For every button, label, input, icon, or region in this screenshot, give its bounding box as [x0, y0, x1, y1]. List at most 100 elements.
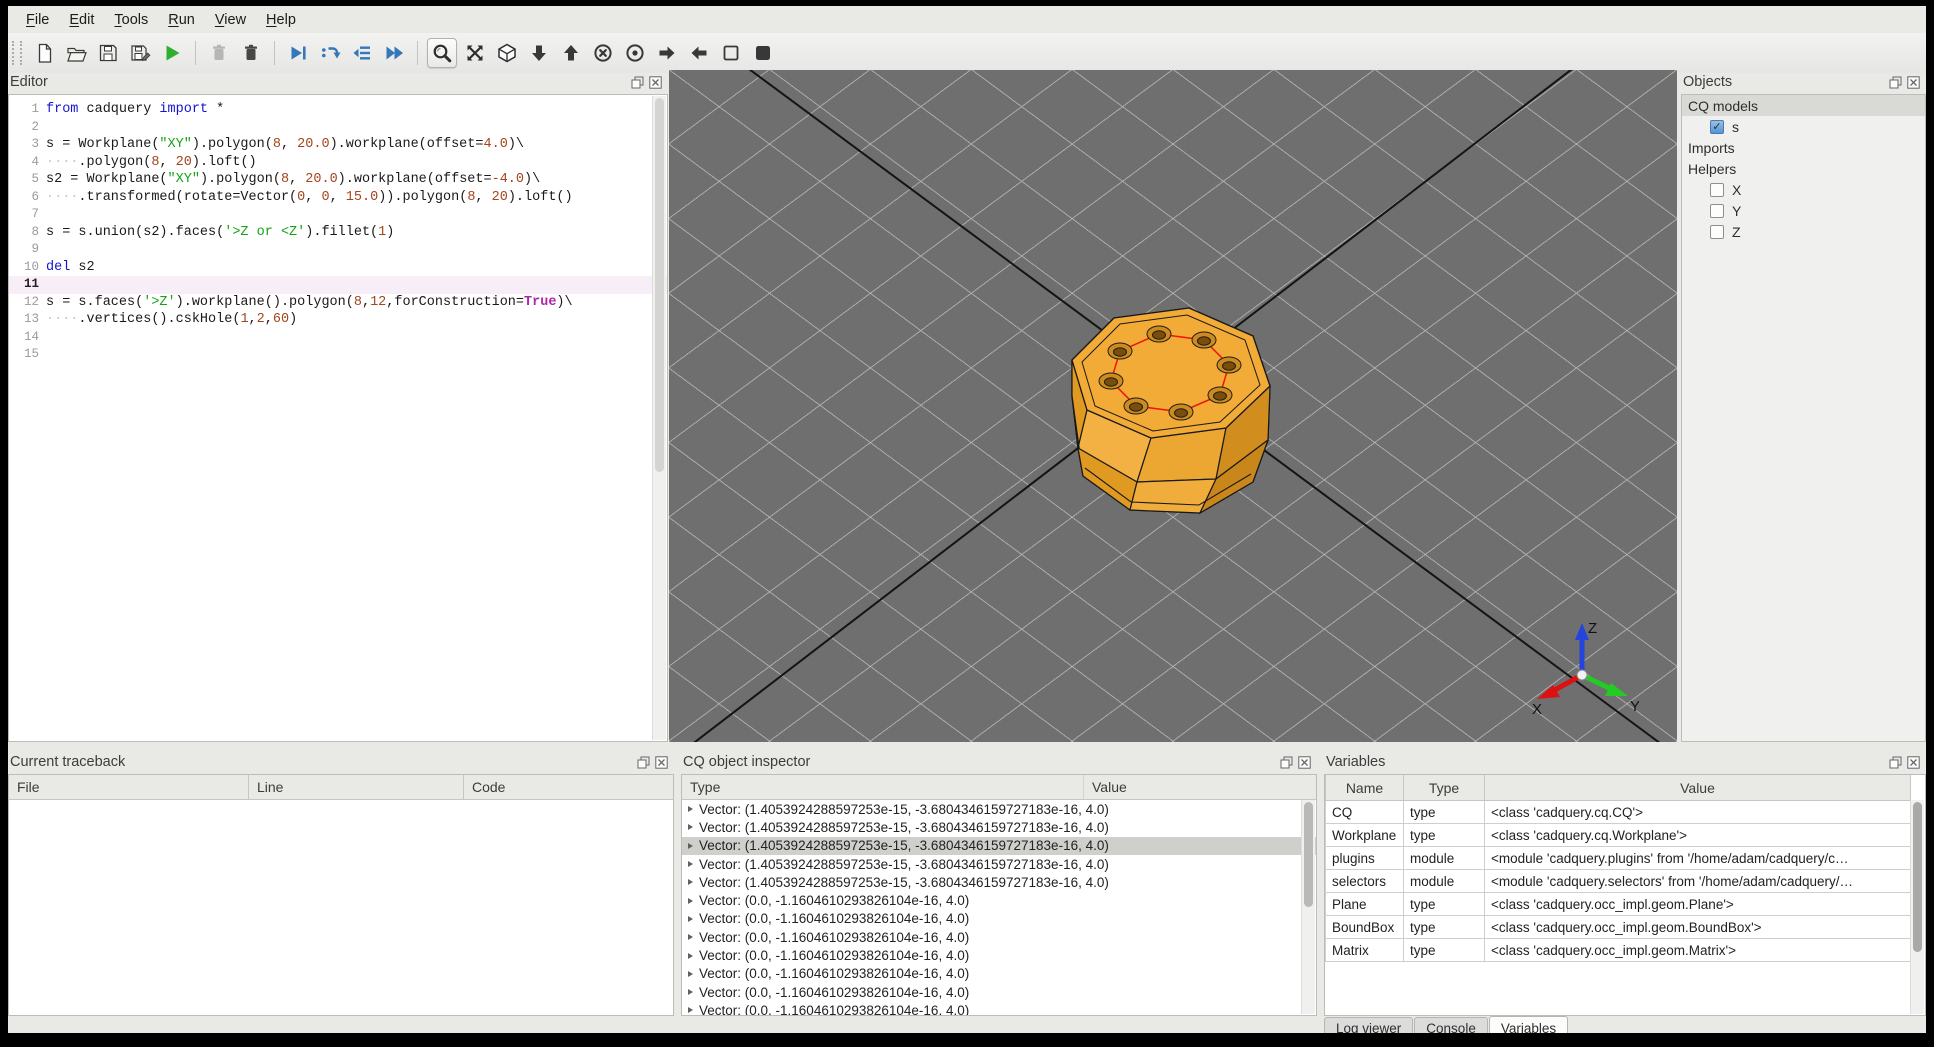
code-line[interactable]: 2: [9, 119, 667, 137]
unchecked-checkbox[interactable]: [1710, 203, 1724, 218]
traceback-column-code[interactable]: Code: [464, 775, 673, 799]
float-panel-icon[interactable]: [637, 756, 650, 769]
code-line[interactable]: 9: [9, 241, 667, 259]
inspector-column-value[interactable]: Value: [1084, 775, 1316, 799]
objects-group-imports[interactable]: Imports: [1682, 137, 1925, 158]
float-panel-icon[interactable]: [1280, 756, 1293, 769]
variables-column-name[interactable]: Name: [1325, 775, 1404, 801]
fit-view-icon[interactable]: [461, 39, 489, 67]
menu-item-file[interactable]: File: [16, 8, 59, 32]
expand-arrow-icon[interactable]: [688, 934, 693, 941]
code-line[interactable]: 7: [9, 206, 667, 224]
variables-scrollbar-thumb[interactable]: [1913, 802, 1922, 952]
code-line[interactable]: 4 ····.polygon(8, 20).loft(): [9, 154, 667, 172]
variable-row-boundbox[interactable]: BoundBox type <class 'cadquery.occ_impl.ge…: [1325, 915, 1911, 939]
close-panel-icon[interactable]: [655, 755, 668, 769]
variables-scrollbar[interactable]: [1910, 800, 1924, 1014]
editor-scrollbar-thumb[interactable]: [655, 98, 664, 472]
variables-column-type[interactable]: Type: [1403, 775, 1485, 801]
save-as-icon[interactable]: [126, 39, 154, 67]
view-left-icon[interactable]: [685, 39, 713, 67]
expand-arrow-icon[interactable]: [688, 842, 693, 849]
expand-arrow-icon[interactable]: [688, 806, 693, 813]
code-line[interactable]: 1 from cadquery import *: [9, 101, 667, 119]
run-icon[interactable]: [158, 39, 186, 67]
traceback-column-line[interactable]: Line: [249, 775, 464, 799]
debug-step-return-icon[interactable]: [348, 39, 376, 67]
view-bottom-icon[interactable]: [557, 39, 585, 67]
inspector-row[interactable]: Vector: (0.0, -1.1604610293826104e-16, 4…: [682, 891, 1316, 909]
code-line[interactable]: 10 del s2: [9, 259, 667, 277]
3d-viewport[interactable]: Z X Y: [669, 70, 1677, 742]
float-panel-icon[interactable]: [1889, 756, 1902, 769]
traceback-column-file[interactable]: File: [9, 775, 249, 799]
tab-variables[interactable]: Variables: [1488, 1016, 1569, 1033]
expand-arrow-icon[interactable]: [688, 989, 693, 996]
menu-item-help[interactable]: Help: [256, 8, 306, 32]
shaded-icon[interactable]: [749, 39, 777, 67]
new-file-icon[interactable]: [30, 39, 58, 67]
objects-item-y[interactable]: Y: [1682, 200, 1925, 221]
inspector-column-type[interactable]: Type: [682, 775, 1084, 799]
toolbar-grip-handle[interactable]: [12, 41, 22, 65]
inspector-row[interactable]: Vector: (0.0, -1.1604610293826104e-16, 4…: [682, 1001, 1316, 1015]
zoom-icon[interactable]: [427, 38, 457, 68]
editor-scrollbar[interactable]: [652, 96, 666, 740]
unchecked-checkbox[interactable]: [1710, 224, 1724, 239]
close-panel-icon[interactable]: [1907, 75, 1920, 89]
menu-item-edit[interactable]: Edit: [59, 8, 104, 32]
view-top-icon[interactable]: [525, 39, 553, 67]
view-front-icon[interactable]: [589, 39, 617, 67]
inspector-row[interactable]: Vector: (1.4053924288597253e-15, -3.6804…: [682, 818, 1316, 836]
variable-row-selectors[interactable]: selectors module <module 'cadquery.selecto…: [1325, 869, 1911, 893]
expand-arrow-icon[interactable]: [688, 861, 693, 868]
view-right-icon[interactable]: [653, 39, 681, 67]
delete-disabled-icon[interactable]: [205, 39, 233, 67]
code-line[interactable]: 5 s2 = Workplane("XY").polygon(8, 20.0).w…: [9, 171, 667, 189]
variables-column-value[interactable]: Value: [1484, 775, 1911, 801]
variable-row-workplane[interactable]: Workplane type <class 'cadquery.cq.Workpla…: [1325, 823, 1911, 847]
unchecked-checkbox[interactable]: [1710, 182, 1724, 197]
debug-step-in-icon[interactable]: [316, 39, 344, 67]
inspector-row[interactable]: Vector: (1.4053924288597253e-15, -3.6804…: [682, 800, 1316, 818]
inspector-row[interactable]: Vector: (0.0, -1.1604610293826104e-16, 4…: [682, 965, 1316, 983]
variable-row-plugins[interactable]: plugins module <module 'cadquery.plugins' …: [1325, 846, 1911, 870]
menu-item-view[interactable]: View: [205, 8, 256, 32]
objects-item-z[interactable]: Z: [1682, 221, 1925, 242]
objects-group-cq-models[interactable]: CQ models: [1682, 95, 1925, 116]
inspector-row[interactable]: Vector: (0.0, -1.1604610293826104e-16, 4…: [682, 928, 1316, 946]
float-panel-icon[interactable]: [631, 76, 644, 89]
debug-step-over-icon[interactable]: [284, 39, 312, 67]
view-back-icon[interactable]: [621, 39, 649, 67]
iso-view-icon[interactable]: [493, 39, 521, 67]
menu-item-tools[interactable]: Tools: [104, 8, 158, 32]
code-line[interactable]: 11: [9, 276, 667, 294]
expand-arrow-icon[interactable]: [688, 915, 693, 922]
debug-continue-icon[interactable]: [380, 39, 408, 67]
delete-icon[interactable]: [237, 39, 265, 67]
open-icon[interactable]: [62, 39, 90, 67]
expand-arrow-icon[interactable]: [688, 952, 693, 959]
inspector-row[interactable]: Vector: (1.4053924288597253e-15, -3.6804…: [682, 873, 1316, 891]
objects-item-x[interactable]: X: [1682, 179, 1925, 200]
menu-item-run[interactable]: Run: [158, 8, 205, 32]
save-icon[interactable]: [94, 39, 122, 67]
wireframe-icon[interactable]: [717, 39, 745, 67]
expand-arrow-icon[interactable]: [688, 970, 693, 977]
close-panel-icon[interactable]: [1907, 755, 1920, 769]
inspector-scrollbar-thumb[interactable]: [1304, 802, 1313, 907]
float-panel-icon[interactable]: [1889, 76, 1902, 89]
objects-group-helpers[interactable]: Helpers: [1682, 158, 1925, 179]
close-panel-icon[interactable]: [649, 75, 662, 89]
expand-arrow-icon[interactable]: [688, 897, 693, 904]
inspector-row[interactable]: Vector: (0.0, -1.1604610293826104e-16, 4…: [682, 983, 1316, 1001]
expand-arrow-icon[interactable]: [688, 824, 693, 831]
code-line[interactable]: 14: [9, 329, 667, 347]
cad-model[interactable]: [1052, 288, 1312, 528]
checked-checkbox[interactable]: ✓: [1710, 119, 1724, 134]
code-line[interactable]: 13 ····.vertices().cskHole(1,2,60): [9, 311, 667, 329]
inspector-row[interactable]: Vector: (0.0, -1.1604610293826104e-16, 4…: [682, 946, 1316, 964]
inspector-row[interactable]: Vector: (1.4053924288597253e-15, -3.6804…: [682, 836, 1316, 855]
code-line[interactable]: 8 s = s.union(s2).faces('>Z or <Z').fille…: [9, 224, 667, 242]
expand-arrow-icon[interactable]: [688, 879, 693, 886]
